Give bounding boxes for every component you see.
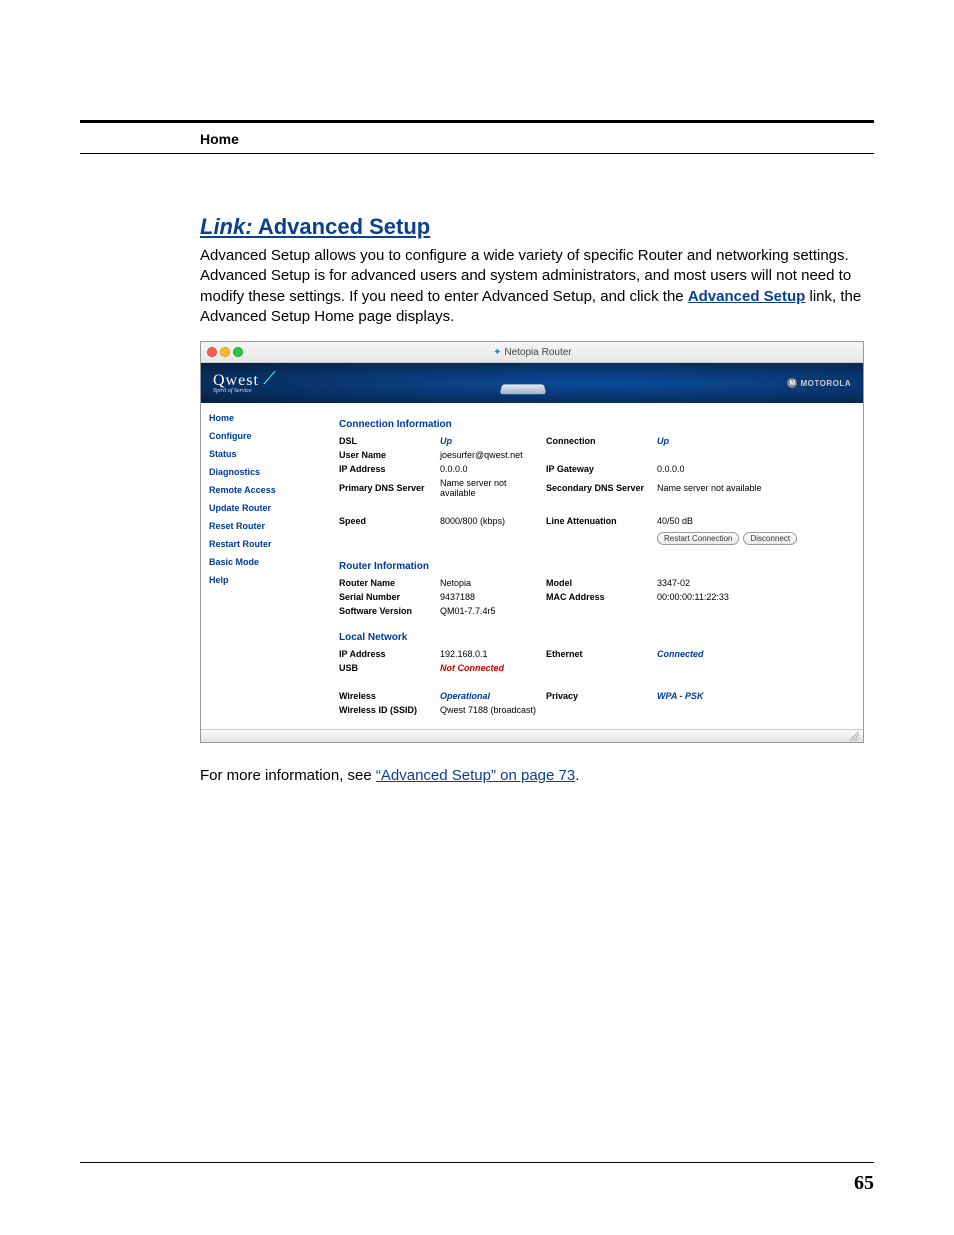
router-name-label: Router Name	[339, 578, 434, 588]
footer-text-1: For more information, see	[200, 767, 376, 784]
sdns-value: Name server not available	[657, 483, 851, 493]
attenuation-label: Line Attenuation	[546, 516, 651, 526]
attenuation-value: 40/50 dB	[657, 516, 851, 526]
router-name-value: Netopia	[440, 578, 540, 588]
heading-main: Advanced Setup	[258, 214, 430, 239]
usb-value: Not Connected	[440, 663, 851, 673]
mac-value: 00:00:00:11:22:33	[657, 592, 851, 602]
intro-paragraph: Advanced Setup allows you to configure a…	[200, 246, 864, 327]
speed-label: Speed	[339, 516, 434, 526]
banner: Qwest⟋ Spirit of Service M MOTOROLA	[201, 363, 863, 403]
privacy-value: WPA - PSK	[657, 691, 851, 701]
usb-label: USB	[339, 663, 434, 673]
pdns-label: Primary DNS Server	[339, 483, 434, 493]
gateway-value: 0.0.0.0	[657, 464, 851, 474]
restart-connection-button[interactable]: Restart Connection	[657, 532, 739, 545]
window-titlebar: ✦Netopia Router	[201, 342, 863, 363]
nav-status[interactable]: Status	[209, 449, 319, 459]
ethernet-label: Ethernet	[546, 649, 651, 659]
nav-restart-router[interactable]: Restart Router	[209, 539, 319, 549]
nav-home[interactable]: Home	[209, 413, 319, 423]
qwest-logo-text: Qwest	[213, 372, 259, 389]
sdns-label: Secondary DNS Server	[546, 483, 651, 493]
section-heading: Link: Advanced Setup	[200, 214, 864, 240]
favicon-icon: ✦	[492, 347, 502, 357]
model-value: 3347-02	[657, 578, 851, 588]
router-screenshot: ✦Netopia Router Qwest⟋ Spirit of Service…	[200, 341, 864, 743]
gateway-label: IP Gateway	[546, 464, 651, 474]
ssid-label: Wireless ID (SSID)	[339, 705, 434, 715]
ssid-value: Qwest 7188 (broadcast)	[440, 705, 851, 715]
wireless-label: Wireless	[339, 691, 434, 701]
ethernet-value: Connected	[657, 649, 851, 659]
mac-label: MAC Address	[546, 592, 651, 602]
sidebar-nav: Home Configure Status Diagnostics Remote…	[201, 403, 327, 729]
heading-prefix: Link:	[200, 214, 253, 239]
ip-label: IP Address	[339, 464, 434, 474]
nav-help[interactable]: Help	[209, 575, 319, 585]
motorola-icon: M	[787, 378, 797, 388]
qwest-logo: Qwest⟋ Spirit of Service	[213, 372, 259, 394]
nav-basic-mode[interactable]: Basic Mode	[209, 557, 319, 567]
advanced-setup-link[interactable]: Advanced Setup	[688, 288, 806, 305]
dsl-value: Up	[440, 436, 540, 446]
software-label: Software Version	[339, 606, 434, 616]
header-section: Home	[200, 131, 239, 147]
nav-configure[interactable]: Configure	[209, 431, 319, 441]
window-statusbar	[201, 729, 863, 742]
username-value: joesurfer@qwest.net	[440, 450, 851, 460]
qwest-swoosh-icon: ⟋	[263, 368, 277, 389]
router-image	[493, 369, 553, 397]
advanced-setup-xref-link[interactable]: “Advanced Setup” on page 73	[376, 767, 575, 784]
pdns-value: Name server not available	[440, 478, 540, 498]
dsl-label: DSL	[339, 436, 434, 446]
username-label: User Name	[339, 450, 434, 460]
connection-label: Connection	[546, 436, 651, 446]
nav-update-router[interactable]: Update Router	[209, 503, 319, 513]
connection-info-title: Connection Information	[339, 419, 851, 430]
local-network-title: Local Network	[339, 632, 851, 643]
connection-value: Up	[657, 436, 851, 446]
motorola-text: MOTOROLA	[800, 379, 851, 388]
wireless-value: Operational	[440, 691, 540, 701]
local-ip-value: 192.168.0.1	[440, 649, 540, 659]
disconnect-button[interactable]: Disconnect	[743, 532, 797, 545]
software-value: QM01-7.7.4r5	[440, 606, 851, 616]
local-ip-label: IP Address	[339, 649, 434, 659]
model-label: Model	[546, 578, 651, 588]
router-info-title: Router Information	[339, 561, 851, 572]
ip-value: 0.0.0.0	[440, 464, 540, 474]
footer-paragraph: For more information, see “Advanced Setu…	[200, 767, 864, 784]
motorola-logo: M MOTOROLA	[787, 378, 851, 388]
privacy-label: Privacy	[546, 691, 651, 701]
serial-value: 9437188	[440, 592, 540, 602]
serial-label: Serial Number	[339, 592, 434, 602]
speed-value: 8000/800 (kbps)	[440, 516, 540, 526]
nav-diagnostics[interactable]: Diagnostics	[209, 467, 319, 477]
main-panel: Connection Information DSL Up Connection…	[327, 403, 863, 729]
nav-remote-access[interactable]: Remote Access	[209, 485, 319, 495]
window-title: Netopia Router	[504, 347, 571, 358]
footer-text-2: .	[575, 767, 579, 784]
resize-grip-icon[interactable]	[849, 731, 859, 741]
nav-reset-router[interactable]: Reset Router	[209, 521, 319, 531]
page-number: 65	[854, 1172, 874, 1195]
